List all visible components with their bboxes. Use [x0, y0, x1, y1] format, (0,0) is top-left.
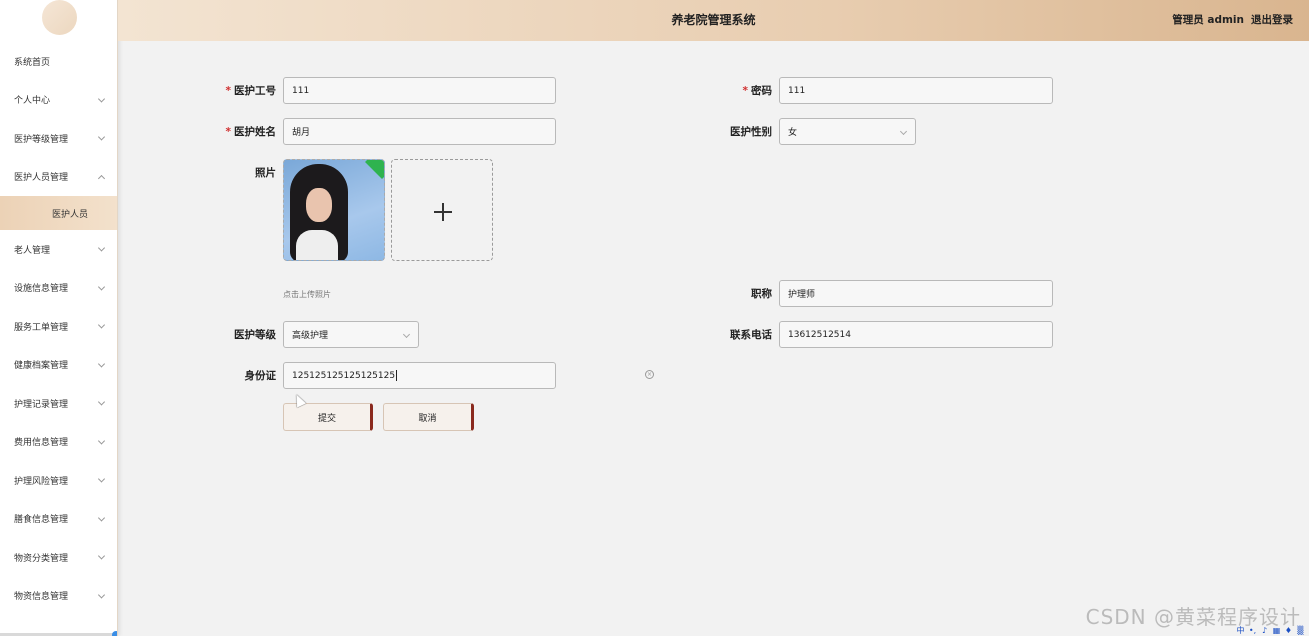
sidebar-item-label: 医护等级管理 — [14, 134, 69, 145]
chevron-down-icon — [97, 321, 106, 329]
user-area: 管理员 admin 退出登录 — [1172, 12, 1293, 27]
title-input[interactable]: 护理师 — [779, 280, 1053, 307]
grid-icon[interactable]: ▒ — [1296, 626, 1305, 635]
sidebar-item-staff[interactable]: 医护人员管理 — [0, 158, 117, 197]
name-label: * 医护姓名 — [225, 126, 277, 138]
app-title: 养老院管理系统 — [671, 13, 756, 27]
gender-select[interactable]: 女 — [779, 118, 916, 145]
required-mark: * — [225, 85, 232, 97]
sidebar-item-supply-info[interactable]: 物资信息管理 — [0, 577, 117, 616]
sidebar-subitem-label: 医护人员 — [51, 209, 88, 220]
sidebar-item-label: 膳食信息管理 — [14, 515, 69, 526]
photo-label: 照片 — [255, 167, 276, 179]
password-label: * 密码 — [742, 85, 773, 97]
sidebar-item-label: 费用信息管理 — [14, 438, 69, 449]
clear-icon[interactable]: × — [645, 370, 654, 379]
level-select-value: 高级护理 — [292, 331, 329, 341]
chevron-down-icon — [97, 398, 106, 406]
required-mark: * — [742, 85, 749, 97]
sidebar-item-label: 医护人员管理 — [14, 173, 69, 184]
chevron-down-icon — [97, 552, 106, 560]
staff-id-label: * 医护工号 — [225, 85, 277, 97]
upload-photo-button[interactable] — [391, 159, 493, 261]
keyboard-icon[interactable]: ▦ — [1272, 626, 1281, 635]
required-mark: * — [225, 126, 232, 138]
sidebar-item-work-order[interactable]: 服务工单管理 — [0, 307, 117, 346]
level-label: 医护等级 — [234, 329, 276, 341]
sidebar-item-label: 护理记录管理 — [14, 399, 69, 410]
sidebar-item-label: 物资信息管理 — [14, 592, 69, 603]
gender-label: 医护性别 — [730, 126, 772, 138]
id-card-label: 身份证 — [244, 370, 277, 382]
mic-icon[interactable]: ♪ — [1260, 626, 1269, 635]
staff-id-input[interactable]: 111 — [283, 77, 556, 104]
sidebar-item-supply-category[interactable]: 物资分类管理 — [0, 538, 117, 577]
scrollbar-handle[interactable] — [112, 631, 117, 636]
sidebar-item-risk[interactable]: 护理风险管理 — [0, 461, 117, 500]
name-input[interactable]: 胡月 — [283, 118, 556, 145]
chevron-down-icon — [97, 95, 106, 103]
chevron-down-icon — [97, 244, 106, 252]
sidebar-item-personal-center[interactable]: 个人中心 — [0, 81, 117, 120]
chevron-down-icon — [97, 591, 106, 599]
cancel-button[interactable]: 取消 — [383, 403, 474, 431]
shirt-icon[interactable]: ♦ — [1284, 626, 1293, 635]
sidebar-item-care-level[interactable]: 医护等级管理 — [0, 119, 117, 158]
sidebar-item-health-record[interactable]: 健康档案管理 — [0, 346, 117, 385]
upload-hint: 点击上传照片 — [283, 290, 331, 299]
sidebar-item-label: 系统首页 — [14, 57, 51, 68]
phone-label: 联系电话 — [730, 329, 772, 341]
sidebar-item-label: 服务工单管理 — [14, 322, 69, 333]
sidebar-item-facility[interactable]: 设施信息管理 — [0, 269, 117, 308]
chevron-down-icon — [899, 127, 908, 136]
chevron-down-icon — [97, 475, 106, 483]
chevron-down-icon — [97, 514, 106, 522]
gender-select-value: 女 — [788, 128, 798, 138]
sidebar-subitem-staff[interactable]: 医护人员 — [0, 196, 117, 230]
title-label: 职称 — [751, 288, 772, 300]
sidebar-item-elderly[interactable]: 老人管理 — [0, 230, 117, 269]
phone-input[interactable]: 13612512514 — [779, 321, 1053, 348]
sidebar-item-label: 个人中心 — [14, 96, 51, 107]
user-name: 管理员 admin — [1172, 14, 1244, 26]
sidebar-item-label: 健康档案管理 — [14, 361, 69, 372]
sidebar-item-fee[interactable]: 费用信息管理 — [0, 423, 117, 462]
text-caret — [396, 370, 398, 381]
level-select[interactable]: 高级护理 — [283, 321, 419, 348]
sidebar-menu: 系统首页 个人中心 医护等级管理 医护人员管理 医护人员 老人管理 设施信息管理… — [0, 42, 117, 616]
chevron-up-icon — [97, 174, 106, 182]
sidebar-item-label: 设施信息管理 — [14, 284, 69, 295]
sidebar-item-label: 老人管理 — [14, 245, 51, 256]
chevron-down-icon — [402, 330, 411, 339]
password-input[interactable]: 111 — [779, 77, 1053, 104]
sidebar-item-label: 物资分类管理 — [14, 553, 69, 564]
sidebar-item-label: 护理风险管理 — [14, 476, 69, 487]
logout-link[interactable]: 退出登录 — [1251, 12, 1293, 27]
sidebar: 系统首页 个人中心 医护等级管理 医护人员管理 医护人员 老人管理 设施信息管理… — [0, 0, 118, 636]
sidebar-item-care-record[interactable]: 护理记录管理 — [0, 384, 117, 423]
id-card-value: 125125125125125125 — [292, 370, 396, 381]
chevron-down-icon — [97, 283, 106, 291]
ime-icon[interactable]: 中 — [1236, 626, 1245, 635]
sidebar-item-home[interactable]: 系统首页 — [0, 42, 117, 81]
chevron-down-icon — [97, 133, 106, 141]
sidebar-item-meal[interactable]: 膳食信息管理 — [0, 500, 117, 539]
upload-success-badge — [365, 160, 384, 179]
punctuation-icon[interactable]: •, — [1248, 626, 1257, 635]
avatar[interactable] — [42, 0, 77, 35]
uploaded-photo[interactable] — [283, 159, 385, 261]
chevron-down-icon — [97, 437, 106, 445]
system-tray: 中 •, ♪ ▦ ♦ ▒ — [1209, 624, 1309, 636]
header: 养老院管理系统 管理员 admin 退出登录 — [118, 0, 1309, 41]
chevron-down-icon — [97, 360, 106, 368]
id-card-input[interactable]: 125125125125125125 — [283, 362, 556, 389]
